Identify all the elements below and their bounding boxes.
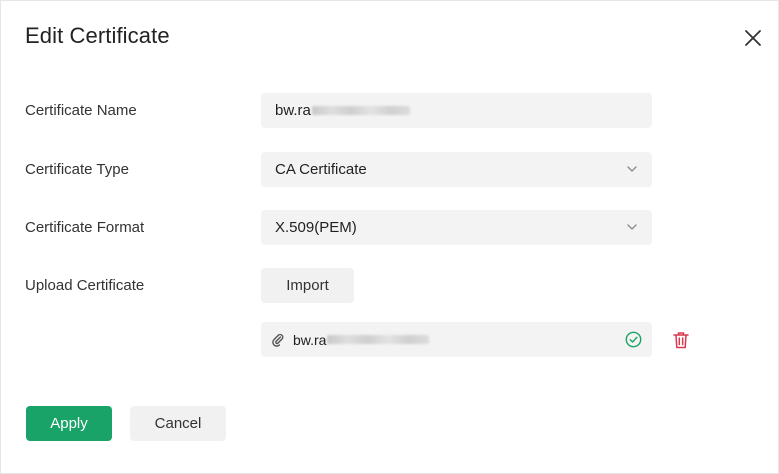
chevron-down-icon — [626, 221, 638, 233]
certificate-name-input[interactable]: bw.ra — [261, 93, 652, 128]
certificate-type-select[interactable]: CA Certificate — [261, 152, 652, 187]
trash-icon — [671, 330, 691, 350]
edit-certificate-dialog: Edit Certificate Certificate Name bw.ra … — [0, 0, 779, 474]
close-icon — [740, 25, 766, 51]
check-circle-icon — [625, 331, 642, 348]
redacted-text — [327, 335, 430, 344]
certificate-type-label: Certificate Type — [25, 161, 129, 178]
cancel-button[interactable]: Cancel — [130, 406, 226, 441]
delete-file-button[interactable] — [671, 330, 691, 350]
certificate-format-select[interactable]: X.509(PEM) — [261, 210, 652, 245]
upload-certificate-label: Upload Certificate — [25, 277, 145, 294]
certificate-name-label: Certificate Name — [25, 102, 137, 119]
certificate-format-label: Certificate Format — [25, 219, 145, 236]
paperclip-icon — [271, 333, 285, 347]
import-button[interactable]: Import — [261, 268, 354, 303]
certificate-format-value: X.509(PEM) — [275, 219, 357, 236]
certificate-type-value: CA Certificate — [275, 161, 367, 178]
uploaded-file-name: bw.ra — [293, 331, 327, 348]
chevron-down-icon — [626, 163, 638, 175]
apply-button[interactable]: Apply — [26, 406, 112, 441]
dialog-title: Edit Certificate — [25, 23, 170, 48]
redacted-text — [311, 106, 410, 115]
uploaded-file-item: bw.ra — [261, 322, 652, 357]
close-button[interactable] — [740, 25, 766, 51]
certificate-name-value: bw.ra — [275, 102, 311, 119]
